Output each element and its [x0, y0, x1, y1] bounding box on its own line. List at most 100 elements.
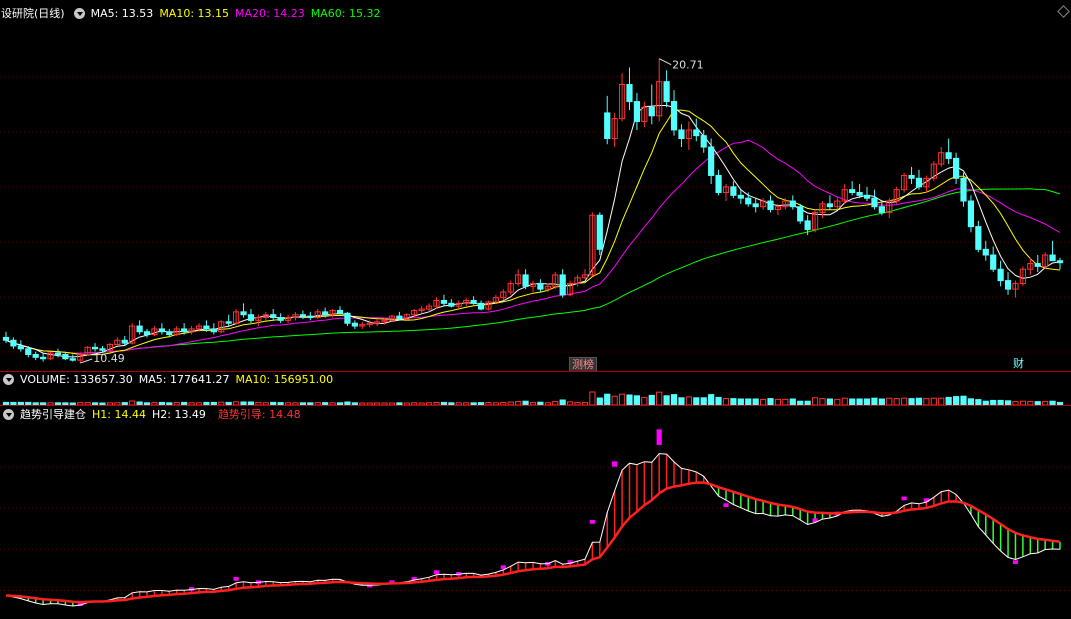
candle-body [648, 106, 655, 117]
high-price-label: 20.71 [672, 59, 704, 72]
ma20-line [5, 139, 1061, 354]
candle-body [181, 328, 188, 333]
candle-body [32, 353, 39, 358]
candle-body [1034, 263, 1041, 267]
signal-block [723, 503, 729, 507]
candle-body [40, 356, 47, 360]
candle-body [604, 112, 611, 140]
candle-body [1004, 280, 1012, 290]
volume-bar [901, 397, 908, 406]
candle-body [626, 84, 633, 103]
candle-body [737, 194, 744, 199]
low-pointer [80, 358, 93, 364]
candlestick-chart[interactable]: 20.71 10.49 [0, 0, 1071, 371]
indicator-chart[interactable] [0, 406, 1071, 619]
low-price-label: 10.49 [93, 352, 125, 365]
volume-bar [811, 397, 819, 406]
volume-bar [611, 395, 618, 406]
candle-body [982, 248, 989, 256]
signal-block [589, 520, 595, 524]
candle-body [596, 214, 603, 250]
candle-body [915, 177, 923, 188]
volume-bar [589, 391, 596, 406]
signal-block [233, 577, 239, 581]
signal-block [500, 565, 506, 569]
signal-block [901, 496, 907, 501]
ma5-line [5, 105, 1061, 358]
candle-body [69, 358, 76, 361]
volume-bar [930, 397, 937, 406]
volume-bar [678, 397, 685, 406]
candle-body [633, 101, 641, 122]
candle-body [945, 152, 952, 159]
signal-block [656, 429, 662, 445]
candle-body [448, 302, 455, 307]
candle-body [54, 352, 62, 355]
indicator-pane[interactable]: 趋势引导建仓 H1: 14.44 H2: 13.49 趋势引导: 14.48 [0, 406, 1071, 619]
volume-bar [685, 396, 692, 406]
candle-body [158, 328, 165, 333]
candle-body [277, 317, 284, 321]
candle-body [804, 220, 811, 230]
candle-body [17, 345, 24, 350]
candle-body [990, 254, 997, 270]
event-marker-list[interactable]: 测榜 [569, 357, 597, 372]
candle-body [1056, 260, 1064, 264]
volume-bar [648, 394, 655, 406]
candle-body [336, 309, 344, 314]
candle-body [440, 299, 448, 304]
signal-block [612, 461, 618, 467]
candle-body [10, 339, 17, 347]
volume-pane[interactable]: VOLUME: 133657.30 MA5: 177641.27 MA10: 1… [0, 372, 1071, 406]
candle-body [210, 328, 217, 333]
candle-body [522, 274, 529, 287]
candle-body [700, 135, 707, 148]
volume-bar [960, 395, 967, 406]
candle-body [767, 200, 774, 211]
volume-bar [841, 397, 848, 406]
volume-chart[interactable] [0, 372, 1071, 406]
candle-body [559, 274, 566, 296]
volume-bar [693, 397, 700, 406]
candle-body [789, 200, 796, 208]
candle-body [477, 302, 485, 310]
volume-bar [641, 396, 648, 406]
volume-bar [708, 394, 715, 406]
candle-body [752, 203, 759, 208]
candle-body [307, 315, 314, 319]
volume-bar [871, 397, 878, 406]
event-marker-finance[interactable]: 财 [1011, 357, 1026, 370]
candle-body [2, 336, 10, 341]
candle-body [826, 203, 833, 208]
candle-body [878, 206, 885, 213]
volume-bar [656, 391, 663, 406]
price-pane[interactable]: 设研院(日线) MA5: 13.53 MA10: 13.15 MA20: 14.… [0, 0, 1071, 372]
guide-line [5, 481, 1061, 604]
candle-body [225, 321, 232, 324]
volume-bar [596, 397, 603, 406]
candle-body [849, 189, 856, 194]
candle-body [203, 325, 210, 330]
ma10-line [5, 109, 1061, 356]
volume-bar [618, 393, 626, 406]
volume-bar [715, 396, 722, 406]
candle-body [121, 339, 128, 344]
candle-body [975, 226, 982, 250]
candle-body [960, 177, 967, 202]
candle-body [730, 186, 737, 196]
candle-body [1049, 254, 1056, 262]
candle-body [25, 348, 32, 355]
candle-body [952, 157, 960, 179]
candle-body [247, 314, 255, 321]
candle-body [322, 311, 329, 316]
candle-body [663, 81, 670, 103]
volume-bar [952, 396, 960, 406]
candle-body [351, 322, 358, 327]
volume-bar [915, 397, 923, 406]
candle-body [967, 200, 975, 228]
candle-body [143, 331, 151, 336]
candle-body [997, 268, 1004, 282]
candle-body [91, 346, 99, 350]
candle-body [908, 174, 915, 179]
volume-bar [700, 397, 707, 406]
